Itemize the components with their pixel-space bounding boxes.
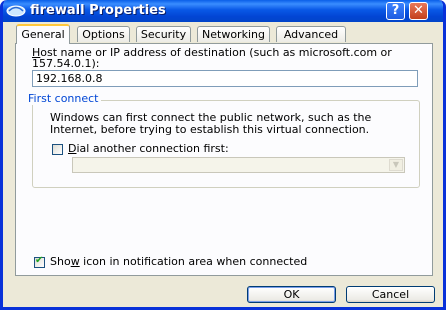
show-icon-checkbox[interactable] — [34, 255, 45, 268]
chevron-down-icon: ▼ — [389, 159, 403, 171]
help-button[interactable]: ? — [386, 2, 405, 20]
host-label-line2: 157.54.0.1): — [32, 57, 100, 70]
properties-dialog: firewall Properties ? ✕ General Options … — [0, 0, 446, 310]
network-connection-icon — [6, 5, 26, 17]
title-bar[interactable]: firewall Properties ? ✕ — [3, 0, 443, 22]
tab-general[interactable]: General — [16, 24, 70, 44]
dial-another-connection-label[interactable]: Dial another connection first: — [68, 142, 229, 155]
tab-networking[interactable]: Networking — [197, 26, 270, 42]
first-connect-description-line2: Internet, before trying to establish thi… — [50, 123, 370, 136]
host-address-input[interactable]: 192.168.0.8 — [32, 70, 418, 87]
dial-another-connection-checkbox[interactable] — [52, 144, 63, 155]
show-icon-label-start: Sho — [50, 255, 71, 268]
show-icon-label[interactable]: Show icon in notification area when conn… — [50, 255, 307, 268]
cancel-button[interactable]: Cancel — [346, 286, 435, 303]
tab-advanced[interactable]: Advanced — [276, 26, 346, 42]
close-button[interactable]: ✕ — [409, 2, 428, 20]
connection-select: ▼ — [72, 157, 405, 173]
show-icon-accelerator: w — [70, 255, 80, 268]
tab-security[interactable]: Security — [136, 26, 191, 42]
first-connect-legend: First connect — [26, 92, 101, 105]
ok-button[interactable]: OK — [247, 286, 336, 303]
dial-label-text: ial another connection first: — [76, 142, 229, 155]
show-icon-label-end: icon in notification area when connected — [79, 255, 308, 268]
general-tab-panel: Host name or IP address of destination (… — [15, 43, 433, 276]
window-title: firewall Properties — [30, 3, 166, 18]
tab-options[interactable]: Options — [77, 26, 130, 42]
